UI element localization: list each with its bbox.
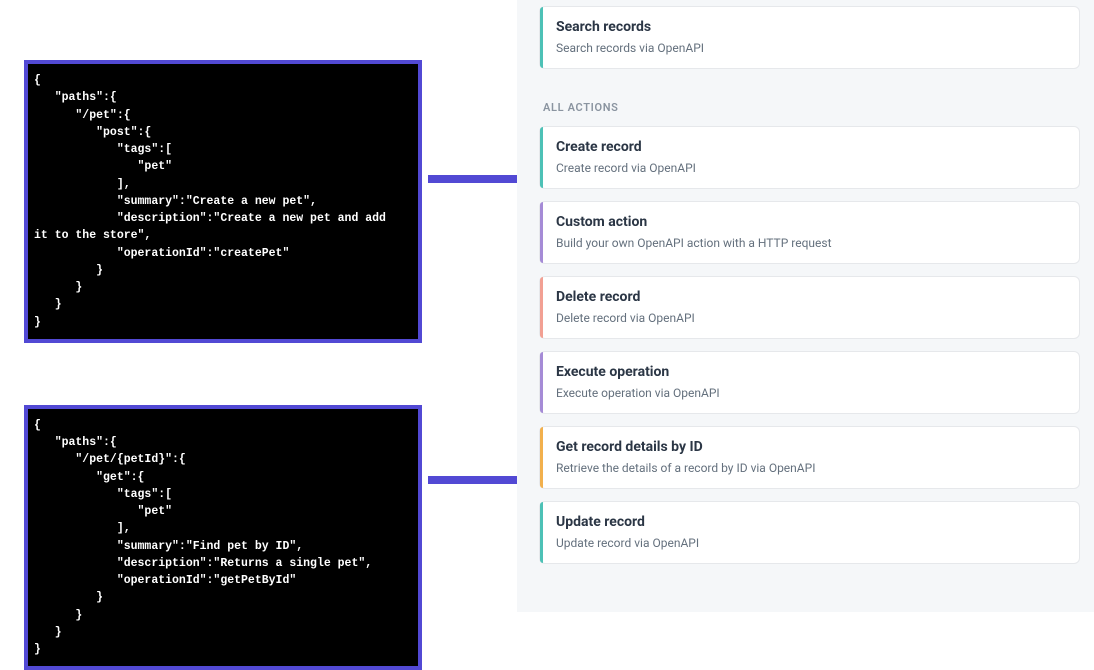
action-card-delete-record[interactable]: Delete record Delete record via OpenAPI xyxy=(539,276,1080,339)
action-desc: Retrieve the details of a record by ID v… xyxy=(556,461,1063,475)
actions-panel: Search records Search records via OpenAP… xyxy=(517,0,1094,612)
action-desc: Update record via OpenAPI xyxy=(556,536,1063,550)
action-desc: Search records via OpenAPI xyxy=(556,41,1063,55)
action-card-execute-operation[interactable]: Execute operation Execute operation via … xyxy=(539,351,1080,414)
action-title: Custom action xyxy=(556,214,1063,230)
action-desc: Execute operation via OpenAPI xyxy=(556,386,1063,400)
action-title: Update record xyxy=(556,514,1063,530)
action-title: Search records xyxy=(556,19,1063,35)
action-card-create-record[interactable]: Create record Create record via OpenAPI xyxy=(539,126,1080,189)
code-block-create-pet: { "paths":{ "/pet":{ "post":{ "tags":[ "… xyxy=(24,60,422,343)
action-card-custom-action[interactable]: Custom action Build your own OpenAPI act… xyxy=(539,201,1080,264)
code-block-get-pet-by-id: { "paths":{ "/pet/{petId}":{ "get":{ "ta… xyxy=(24,405,422,670)
action-desc: Create record via OpenAPI xyxy=(556,161,1063,175)
action-desc: Delete record via OpenAPI xyxy=(556,311,1063,325)
code-snippets-column: { "paths":{ "/pet":{ "post":{ "tags":[ "… xyxy=(24,60,422,670)
action-card-get-record-details[interactable]: Get record details by ID Retrieve the de… xyxy=(539,426,1080,489)
action-card-search-records[interactable]: Search records Search records via OpenAP… xyxy=(539,6,1080,69)
action-desc: Build your own OpenAPI action with a HTT… xyxy=(556,236,1063,250)
action-title: Create record xyxy=(556,139,1063,155)
action-title: Execute operation xyxy=(556,364,1063,380)
action-title: Delete record xyxy=(556,289,1063,305)
actions-list: Search records Search records via OpenAP… xyxy=(517,0,1094,564)
action-title: Get record details by ID xyxy=(556,439,1063,455)
action-card-update-record[interactable]: Update record Update record via OpenAPI xyxy=(539,501,1080,564)
section-label-all-actions: ALL ACTIONS xyxy=(543,101,1080,114)
